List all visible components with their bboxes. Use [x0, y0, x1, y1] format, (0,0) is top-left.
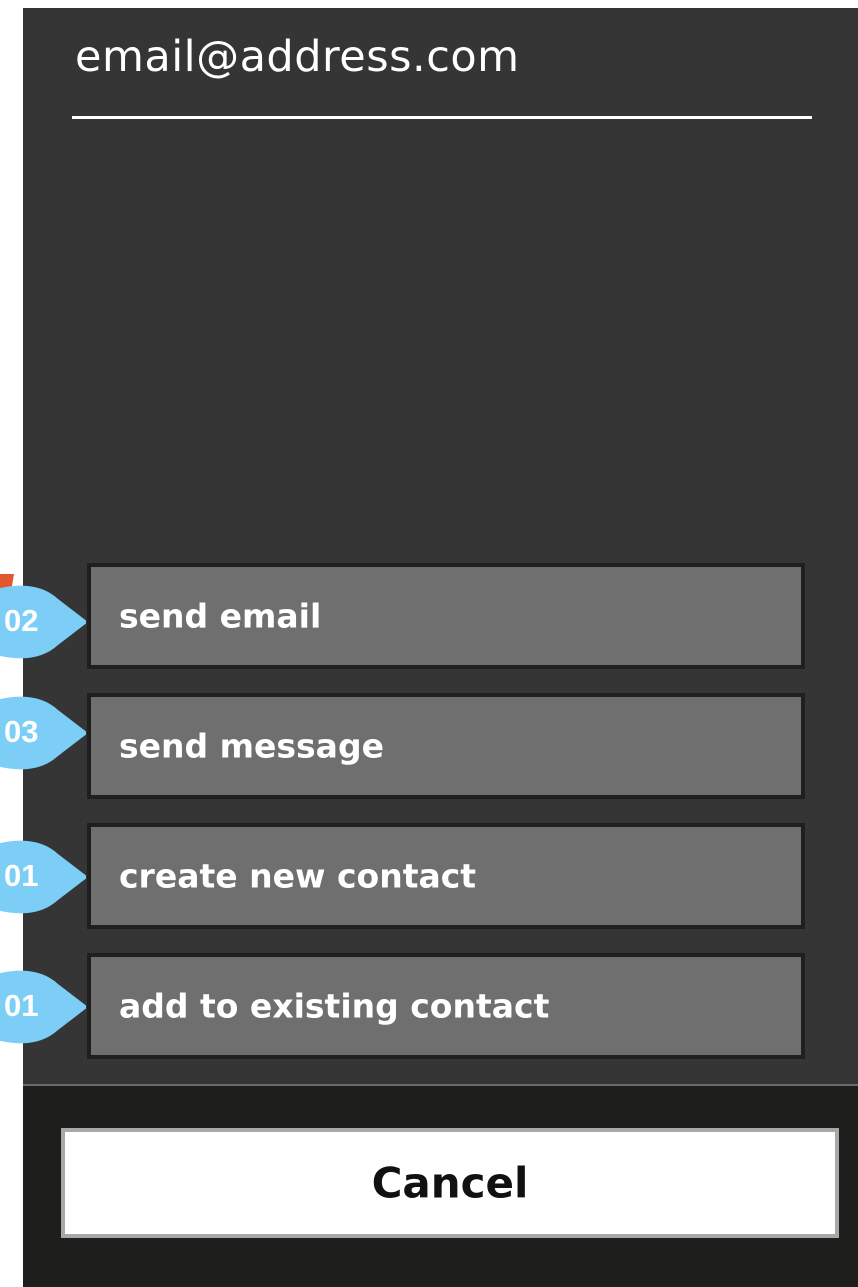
- create-new-contact-button[interactable]: create new contact: [87, 823, 805, 929]
- action-sheet: email@address.com send email send messag…: [23, 8, 858, 1287]
- marker-label: 03: [4, 714, 39, 749]
- header-divider: [72, 116, 812, 119]
- email-address-title: email@address.com: [75, 32, 520, 82]
- marker-label: 01: [4, 988, 39, 1023]
- annotation-marker: 01: [0, 970, 88, 1044]
- create-new-contact-label: create new contact: [119, 856, 477, 896]
- cancel-label: Cancel: [371, 1158, 529, 1208]
- send-email-label: send email: [119, 596, 322, 636]
- marker-label: 01: [4, 858, 39, 893]
- sheet-footer: Cancel: [23, 1084, 858, 1287]
- page: email@address.com send email send messag…: [0, 0, 858, 1287]
- send-message-button[interactable]: send message: [87, 693, 805, 799]
- marker-label: 02: [4, 603, 39, 638]
- send-message-label: send message: [119, 726, 384, 766]
- add-to-existing-contact-label: add to existing contact: [119, 986, 550, 1026]
- add-to-existing-contact-button[interactable]: add to existing contact: [87, 953, 805, 1059]
- cancel-button[interactable]: Cancel: [61, 1128, 839, 1238]
- annotation-marker: 02: [0, 585, 88, 659]
- annotation-marker: 03: [0, 696, 88, 770]
- annotation-marker: 01: [0, 840, 88, 914]
- send-email-button[interactable]: send email: [87, 563, 805, 669]
